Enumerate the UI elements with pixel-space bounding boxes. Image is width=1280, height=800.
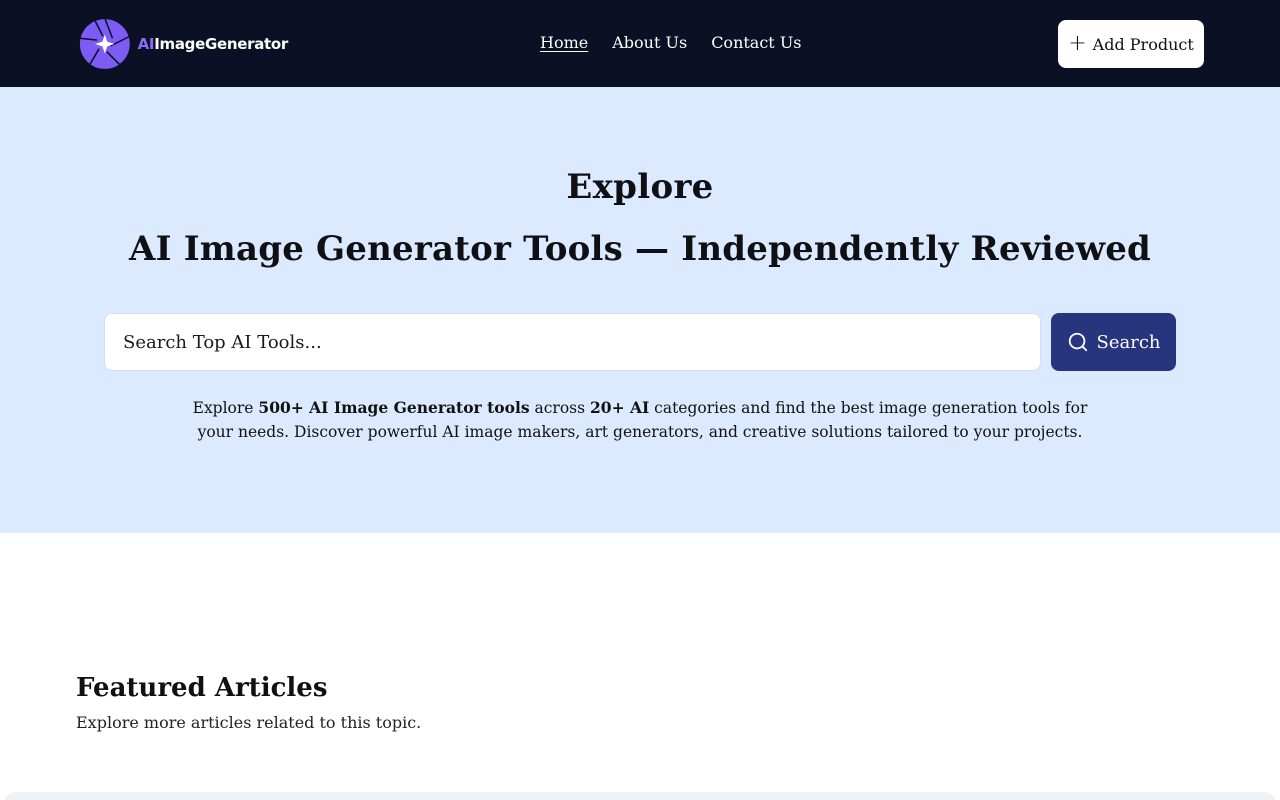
nav-contact-us[interactable]: Contact Us xyxy=(711,33,801,52)
featured-articles-subtitle: Explore more articles related to this to… xyxy=(76,713,422,732)
add-product-button[interactable]: + Add Product xyxy=(1058,20,1204,68)
search-button[interactable]: Search xyxy=(1051,313,1176,371)
add-product-label: Add Product xyxy=(1092,34,1194,54)
nav-about-us[interactable]: About Us xyxy=(612,33,687,52)
hero-description: Explore 500+ AI Image Generator tools ac… xyxy=(192,398,1088,441)
search-icon xyxy=(1068,332,1087,352)
main-nav: Home About Us Contact Us xyxy=(540,33,802,52)
featured-articles-title: Featured Articles xyxy=(76,673,328,703)
nav-home[interactable]: Home xyxy=(540,33,588,52)
logo-wordmark: AIImageGenerator xyxy=(137,35,289,53)
search-button-label: Search xyxy=(1096,331,1161,353)
plus-icon: + xyxy=(1068,31,1087,56)
hero-title-line2: AI Image Generator Tools — Independently… xyxy=(128,229,1151,269)
aperture-logo-icon xyxy=(78,17,132,71)
site-logo[interactable]: AIImageGenerator xyxy=(78,16,288,72)
search-input[interactable] xyxy=(123,331,1022,353)
site-header: AIImageGenerator Home About Us Contact U… xyxy=(0,0,1280,87)
search-field[interactable] xyxy=(104,313,1041,371)
hero-title-line1: Explore xyxy=(566,167,714,207)
article-card-edge xyxy=(4,792,1276,800)
hero-section: Explore AI Image Generator Tools — Indep… xyxy=(0,87,1280,533)
